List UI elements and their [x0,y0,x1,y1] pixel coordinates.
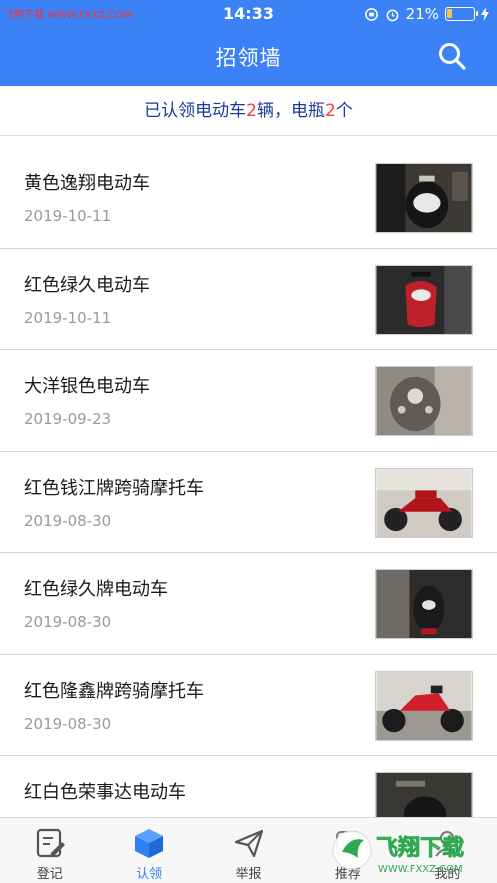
tab-register[interactable]: 登记 [0,818,99,883]
list-item[interactable]: 红色绿久牌电动车 2019-08-30 [0,553,497,655]
item-date: 2019-08-30 [24,714,112,733]
found-item-list: 黄色逸翔电动车 2019-10-11 红色绿久电动车 2019-10-11 大洋… [0,147,497,858]
item-name: 红色绿久牌电动车 [24,579,168,600]
item-name: 红白色荣事达电动车 [24,782,186,803]
vehicle-photo [375,467,473,538]
title-bar: 招领墙 [0,40,497,76]
charging-icon [481,7,489,21]
item-name: 大洋银色电动车 [24,376,150,397]
battery-count: 2 [325,101,336,121]
battery-icon [445,7,478,21]
watermark-logo: 飞翔下载 WWW.FXXZ.COM [332,830,464,875]
watermark-logo-url: WWW.FXXZ.COM [378,864,463,875]
item-date: 2019-08-30 [24,511,112,530]
item-name: 红色隆鑫牌跨骑摩托车 [24,680,204,702]
search-icon[interactable] [436,40,468,72]
item-date: 2019-08-30 [24,613,112,631]
item-date: 2019-09-23 [24,410,112,428]
item-date: 2019-10-11 [24,308,112,327]
list-item[interactable]: 大洋银色电动车 2019-09-23 [0,350,497,452]
item-name: 红色钱江牌跨骑摩托车 [24,477,204,499]
item-name: 红色绿久电动车 [24,274,150,296]
register-icon [36,828,65,858]
summary-suffix: 个 [335,101,353,121]
page-title: 招领墙 [215,46,282,70]
vehicle-photo [375,163,473,233]
vehicle-photo [375,366,473,436]
list-item[interactable]: 红色钱江牌跨骑摩托车 2019-08-30 [0,452,497,553]
item-name: 黄色逸翔电动车 [24,173,150,194]
summary-mid: 辆，电瓶 [257,101,325,121]
orientation-lock-icon [364,7,378,21]
status-right: 21% [364,5,489,23]
send-icon [234,829,263,858]
list-item[interactable]: 红色绿久电动车 2019-10-11 [0,249,497,350]
item-date: 2019-10-11 [24,207,112,225]
app-header: 飞翔下载 WWW.FXXZ.COM 14:33 21% 招领墙 [0,0,497,86]
vehicle-photo [375,264,473,335]
watermark-logo-text: 飞翔下载 [376,835,464,861]
tab-label: 举报 [235,867,262,882]
ev-count: 2 [246,101,257,121]
alarm-icon [386,9,399,21]
claim-summary: 已认领电动车2辆，电瓶2个 [0,86,497,136]
status-bar: 飞翔下载 WWW.FXXZ.COM 14:33 21% [0,0,497,28]
box-icon [135,829,164,858]
battery-percent: 21% [405,5,439,23]
tab-claim[interactable]: 认领 [99,818,198,883]
summary-prefix: 已认领电动车 [144,101,247,121]
tab-report[interactable]: 举报 [199,818,298,883]
vehicle-photo [375,569,473,639]
tab-label: 认领 [136,867,163,882]
list-item[interactable]: 黄色逸翔电动车 2019-10-11 [0,147,497,249]
list-item[interactable]: 红色隆鑫牌跨骑摩托车 2019-08-30 [0,655,497,756]
vehicle-photo [375,670,473,741]
tab-label: 登记 [36,867,63,882]
